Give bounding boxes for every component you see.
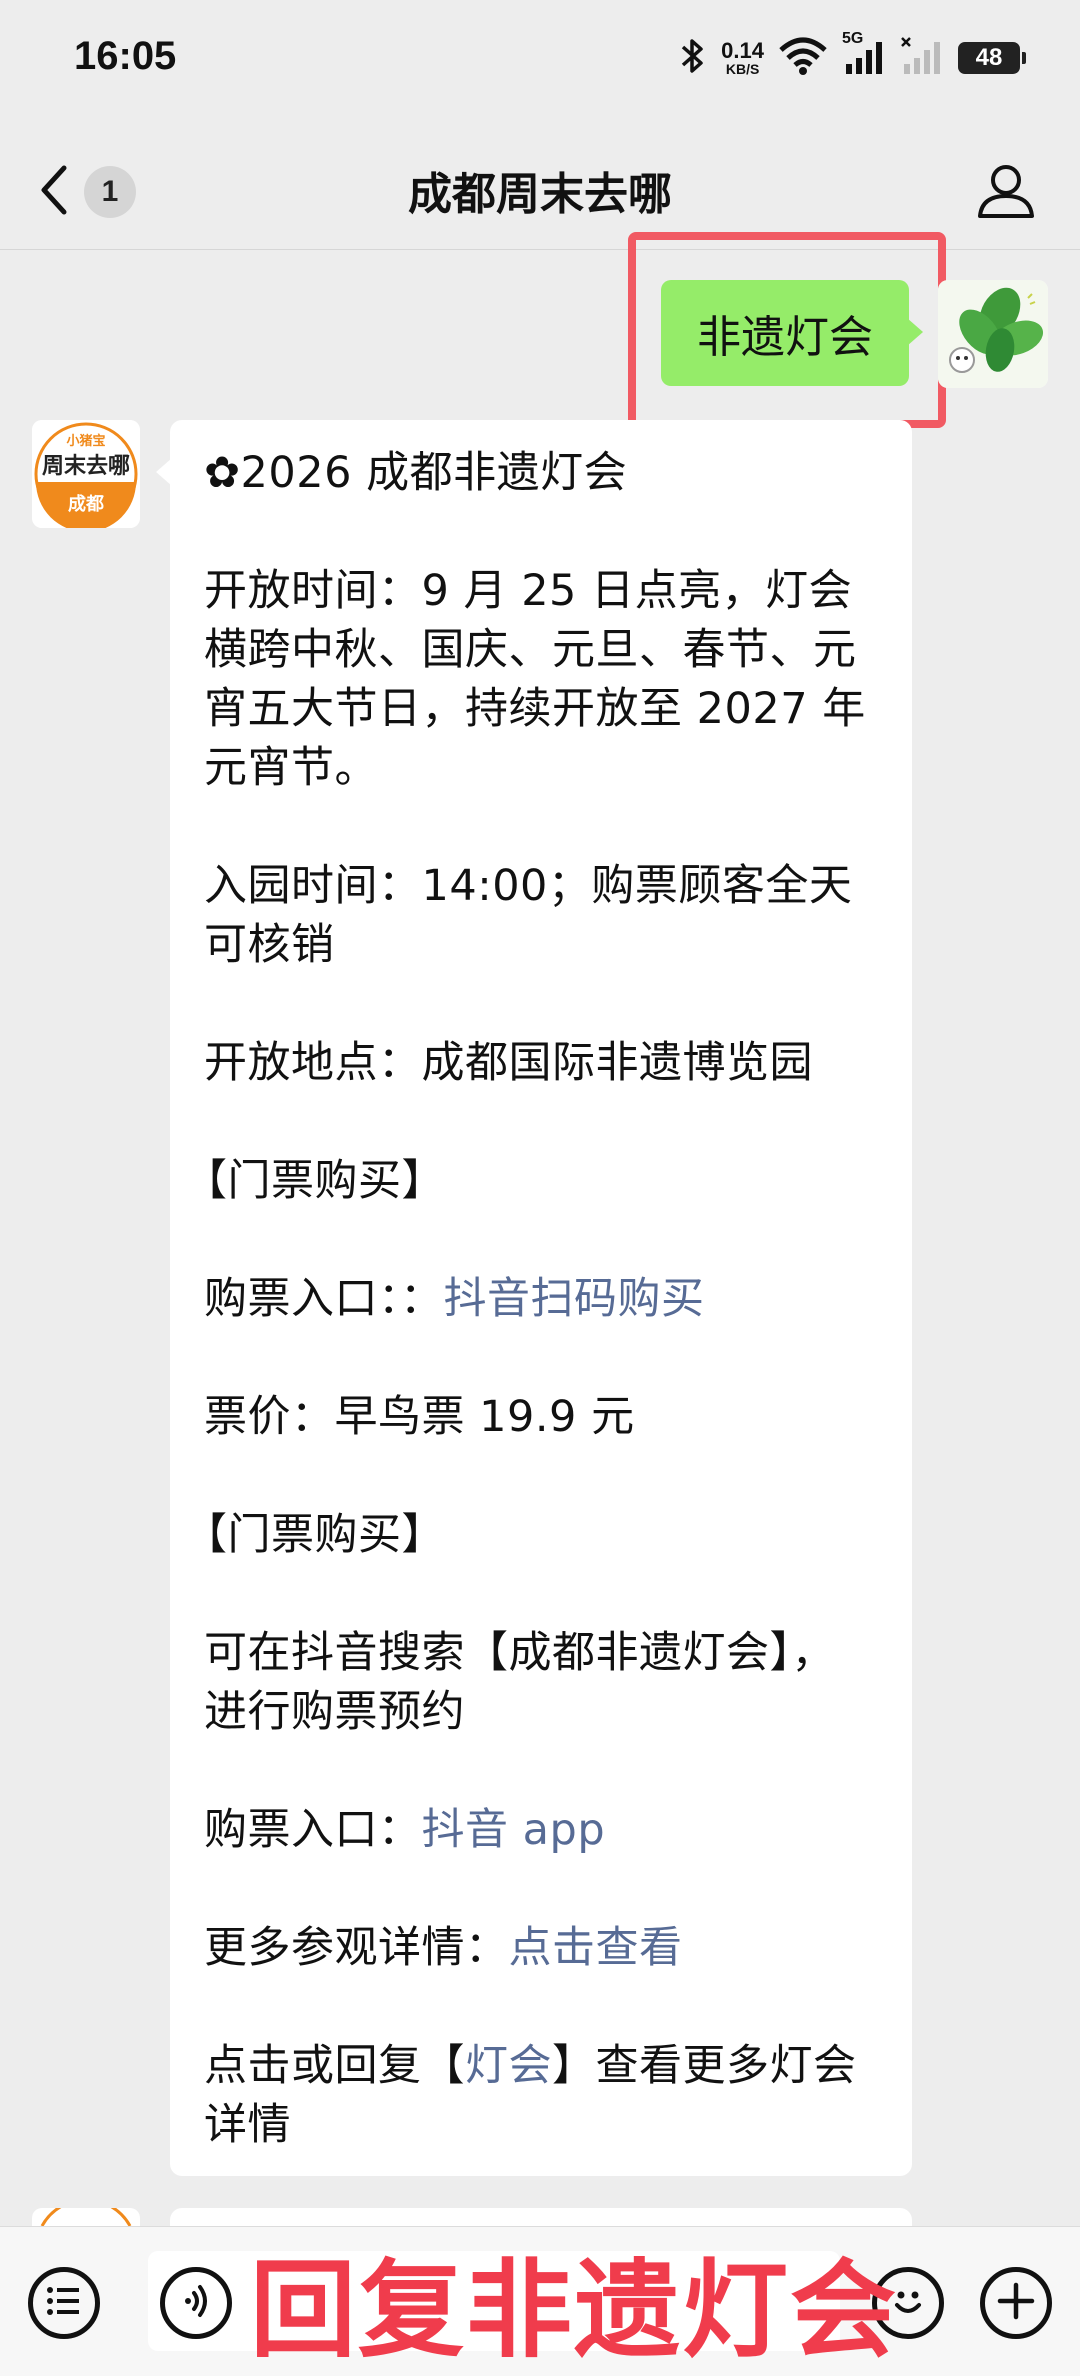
section-heading-ticket-1: 【门票购买】	[184, 1156, 445, 1206]
entry-time-line-1: 入园时间：14:00；购票顾客全天	[204, 861, 853, 911]
add-button[interactable]	[980, 2267, 1052, 2339]
wifi-icon	[778, 36, 828, 80]
status-bar: 16:05 0.14 KB/S 5G 48	[0, 0, 1080, 120]
outgoing-message-bubble[interactable]: 非遗灯会	[661, 280, 923, 386]
reply-keyword-line-2: 详情	[204, 2100, 291, 2150]
section-heading-ticket-2: 【门票购买】	[184, 1510, 445, 1560]
chat-title: 成都周末去哪	[408, 169, 672, 220]
reply-suffix: 】查看更多灯会	[552, 2041, 857, 2091]
status-time: 16:05	[74, 34, 177, 78]
voice-icon	[176, 2281, 216, 2325]
bot-avatar-main-text: 周末去哪	[41, 454, 130, 479]
plus-icon	[994, 2279, 1038, 2327]
view-details-link[interactable]: 点击查看	[509, 1923, 683, 1973]
network-speed: 0.14 KB/S	[721, 38, 764, 77]
douyin-scan-link[interactable]: 抖音扫码购买	[444, 1274, 705, 1324]
menu-button[interactable]	[28, 2267, 100, 2339]
open-time-line-4: 元宵节。	[204, 743, 378, 793]
location-line: 开放地点：成都国际非遗博览园	[204, 1038, 813, 1088]
bluetooth-icon	[679, 36, 707, 80]
list-icon	[44, 2283, 84, 2323]
person-icon	[974, 165, 1038, 226]
open-time-line-3: 宵五大节日，持续开放至 2027 年	[204, 684, 866, 734]
app-entry-label: 购票入口：	[204, 1805, 422, 1855]
reply-title: ✿2026 成都非遗灯会	[204, 448, 628, 498]
open-time-line-2: 横跨中秋、国庆、元旦、春节、元	[204, 625, 857, 675]
leaf-avatar-image	[938, 280, 1048, 388]
battery-icon: 48	[958, 42, 1026, 74]
bot-avatar-sub-text: 成都	[68, 494, 104, 515]
overlay-caption: 回复非遗灯会	[250, 2249, 898, 2372]
search-line-1: 可在抖音搜索【成都非遗灯会】，	[204, 1628, 835, 1678]
status-icons: 0.14 KB/S 5G 48	[679, 30, 1026, 80]
lantern-keyword-link[interactable]: 灯会	[465, 2041, 552, 2091]
bot-avatar-next[interactable]	[32, 2208, 140, 2226]
entry-time-line-2: 可核销	[204, 920, 335, 970]
ticket-entry-line: 购票入口：：抖音扫码购买	[204, 1270, 878, 1329]
price-line: 票价：早鸟票 19.9 元	[204, 1392, 635, 1442]
open-time-line-1: 开放时间：9 月 25 日点亮，灯会	[204, 566, 853, 616]
douyin-app-link[interactable]: 抖音 app	[422, 1805, 606, 1855]
ticket-entry-label: 购票入口：：	[204, 1274, 444, 1324]
cellular-signal-2-icon	[900, 36, 944, 80]
cellular-signal-icon: 5G	[842, 30, 886, 80]
app-entry-line: 购票入口：抖音 app	[204, 1801, 878, 1860]
incoming-message-bubble[interactable]: ✿2026 成都非遗灯会 开放时间：9 月 25 日点亮，灯会 横跨中秋、国庆、…	[156, 420, 912, 2176]
user-avatar[interactable]	[938, 280, 1048, 388]
bot-avatar-top-text: 小猪宝	[66, 434, 106, 449]
reply-keyword-line: 点击或回复【灯会】查看更多灯会	[204, 2037, 878, 2096]
details-line: 更多参观详情：点击查看	[204, 1919, 878, 1978]
brand-logo-image-partial	[40, 2208, 132, 2226]
voice-button[interactable]	[160, 2267, 232, 2339]
profile-button[interactable]	[974, 158, 1038, 222]
details-label: 更多参观详情：	[204, 1923, 509, 1973]
bot-avatar[interactable]: 小猪宝 周末去哪 成都	[32, 420, 140, 528]
search-line-2: 进行购票预约	[204, 1687, 465, 1737]
reply-prefix: 点击或回复【	[204, 2041, 465, 2091]
